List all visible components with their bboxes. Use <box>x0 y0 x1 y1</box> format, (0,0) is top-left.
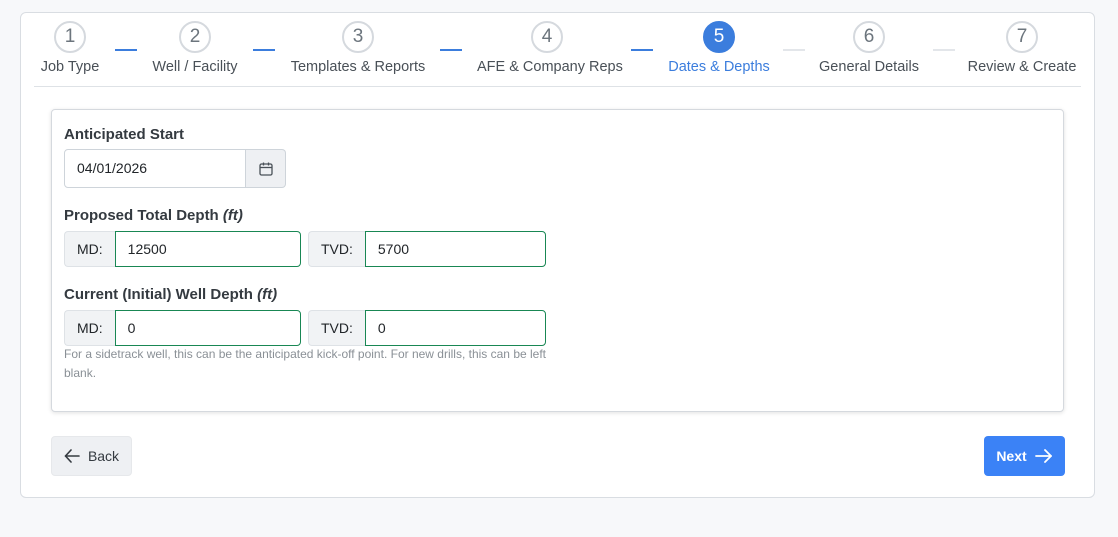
step-label: General Details <box>819 59 919 75</box>
step-general-details[interactable]: 6 General Details <box>809 21 929 75</box>
arrow-left-icon <box>64 449 80 463</box>
step-label: Review & Create <box>967 59 1077 75</box>
current-tvd-input[interactable]: 0 <box>364 310 546 346</box>
proposed-total-depth-unit: (ft) <box>222 207 243 224</box>
step-afe-company-reps[interactable]: 4 AFE & Company Reps <box>477 21 623 75</box>
proposed-total-depth-label: Proposed Total Depth (ft) <box>64 207 243 224</box>
anticipated-start-input[interactable]: 04/01/2026 <box>64 149 246 188</box>
step-number: 3 <box>342 21 374 53</box>
step-label: AFE & Company Reps <box>477 59 623 75</box>
step-number: 5 <box>703 21 735 53</box>
step-templates-reports[interactable]: 3 Templates & Reports <box>288 21 428 75</box>
current-md-group: MD: 0 <box>64 310 301 346</box>
step-well-facility[interactable]: 2 Well / Facility <box>145 21 245 75</box>
proposed-tvd-group: TVD: 5700 <box>308 231 546 267</box>
stepper-divider <box>34 86 1081 87</box>
anticipated-start-label: Anticipated Start <box>64 126 185 143</box>
step-connector <box>440 49 462 51</box>
step-connector <box>115 49 137 51</box>
proposed-tvd-addon: TVD: <box>308 231 365 267</box>
step-label: Well / Facility <box>152 59 238 75</box>
back-button[interactable]: Back <box>51 436 132 476</box>
current-well-depth-help: For a sidetrack well, this can be the an… <box>64 347 547 380</box>
dates-depths-panel: Anticipated Start 04/01/2026 Proposed To… <box>51 109 1064 412</box>
proposed-md-addon: MD: <box>64 231 115 267</box>
step-number: 1 <box>54 21 86 53</box>
anticipated-start-group: 04/01/2026 <box>64 149 286 188</box>
current-well-depth-text: Current (Initial) Well Depth <box>64 286 253 303</box>
wizard-stepper: 1 Job Type 2 Well / Facility 3 Templates… <box>21 13 1094 87</box>
proposed-md-group: MD: 12500 <box>64 231 301 267</box>
step-label: Dates & Depths <box>668 59 770 75</box>
next-button[interactable]: Next <box>984 436 1065 476</box>
back-button-label: Back <box>87 448 120 464</box>
step-review-create[interactable]: 7 Review & Create <box>962 21 1082 75</box>
step-number: 4 <box>531 21 563 53</box>
next-button-label: Next <box>996 448 1027 464</box>
current-md-addon: MD: <box>64 310 115 346</box>
proposed-tvd-input[interactable]: 5700 <box>364 231 546 267</box>
current-tvd-addon: TVD: <box>308 310 365 346</box>
current-well-depth-label: Current (Initial) Well Depth (ft) <box>64 286 277 303</box>
step-connector <box>253 49 275 51</box>
step-label: Job Type <box>40 59 100 75</box>
proposed-md-input[interactable]: 12500 <box>114 231 301 267</box>
step-number: 7 <box>1006 21 1038 53</box>
step-job-type[interactable]: 1 Job Type <box>40 21 100 75</box>
arrow-right-icon <box>1034 449 1052 463</box>
step-connector <box>933 49 955 51</box>
current-md-input[interactable]: 0 <box>114 310 301 346</box>
step-connector <box>783 49 805 51</box>
step-connector <box>631 49 653 51</box>
calendar-button[interactable] <box>246 149 286 188</box>
wizard-card: 1 Job Type 2 Well / Facility 3 Templates… <box>20 12 1095 498</box>
step-dates-depths[interactable]: 5 Dates & Depths <box>659 21 779 75</box>
proposed-total-depth-text: Proposed Total Depth <box>64 207 219 224</box>
current-well-depth-unit: (ft) <box>257 286 278 303</box>
calendar-icon <box>258 162 273 176</box>
step-number: 6 <box>853 21 885 53</box>
step-number: 2 <box>179 21 211 53</box>
current-tvd-group: TVD: 0 <box>308 310 546 346</box>
step-label: Templates & Reports <box>290 59 426 75</box>
